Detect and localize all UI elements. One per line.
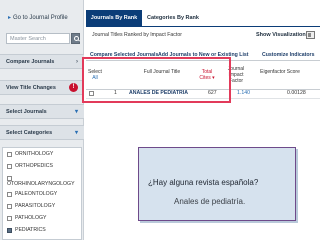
category-item[interactable]: ORNITHOLOGY xyxy=(3,148,81,160)
compare-journals-header[interactable]: Compare Journals › xyxy=(0,54,84,69)
category-list: ORNITHOLOGY ORTHOPEDICS OTORHINOLARYNGOL… xyxy=(2,147,82,240)
go-to-journal-profile-link[interactable]: ▸ Go to Journal Profile xyxy=(8,14,68,21)
search-icon[interactable] xyxy=(71,33,80,44)
checkbox-checked[interactable] xyxy=(7,227,12,233)
category-item[interactable]: PALEONTOLOGY xyxy=(3,188,81,200)
select-categories-header[interactable]: Select Categories ▾ xyxy=(0,125,84,140)
category-item[interactable]: PEDIATRICS xyxy=(3,224,81,236)
checkbox[interactable] xyxy=(7,163,12,169)
select-categories-label: Select Categories xyxy=(6,130,53,136)
arrow-icon: ▸ xyxy=(8,15,12,21)
category-item[interactable]: PATHOLOGY xyxy=(3,212,81,224)
eigenfactor-header[interactable]: Eigenfactor Score xyxy=(250,69,310,75)
view-title-changes-label: View Title Changes xyxy=(6,85,56,91)
category-item[interactable]: ORTHOPEDICS xyxy=(3,160,81,172)
checkbox[interactable] xyxy=(7,203,12,209)
show-visualization-toggle[interactable] xyxy=(306,31,315,39)
checkbox[interactable] xyxy=(7,175,12,181)
callout-question: ¿Hay alguna revista española? xyxy=(148,178,259,187)
select-journals-header[interactable]: Select Journals ▾ xyxy=(0,104,84,119)
select-journals-label: Select Journals xyxy=(6,109,47,115)
impact-factor-cell[interactable]: 1.140 xyxy=(237,90,250,96)
category-item[interactable]: PARASITOLOGY xyxy=(3,200,81,212)
compare-journals-label: Compare Journals xyxy=(6,59,55,65)
tab-underline xyxy=(86,26,320,27)
callout-answer: Anales de pediatría. xyxy=(174,197,246,206)
chevron-right-icon: › xyxy=(76,59,78,65)
go-profile-label: Go to Journal Profile xyxy=(13,15,68,21)
eigenfactor-cell: 0.00128 xyxy=(287,90,306,96)
tab-categories-by-rank[interactable]: Categories By Rank xyxy=(143,10,203,26)
view-title-changes-header[interactable]: View Title Changes ! xyxy=(0,80,84,95)
alert-icon: ! xyxy=(69,83,78,92)
checkbox[interactable] xyxy=(7,215,12,221)
master-search-input[interactable]: Master Search xyxy=(6,33,70,44)
show-visualization-label: Show Visualization xyxy=(256,32,306,38)
tab-journals-by-rank[interactable]: Journals By Rank xyxy=(86,10,142,26)
chevron-down-icon: ▾ xyxy=(74,130,78,136)
category-item-label-wrap: OTORHINOLARYNGOLOGY xyxy=(7,181,75,187)
highlight-box xyxy=(82,57,231,103)
checkbox[interactable] xyxy=(7,191,12,197)
customize-indicators-link[interactable]: Customize Indicators xyxy=(262,52,314,58)
checkbox[interactable] xyxy=(7,151,12,157)
page-subtitle: Journal Titles Ranked by Impact Factor xyxy=(92,32,182,38)
chevron-down-icon: ▾ xyxy=(74,109,78,115)
